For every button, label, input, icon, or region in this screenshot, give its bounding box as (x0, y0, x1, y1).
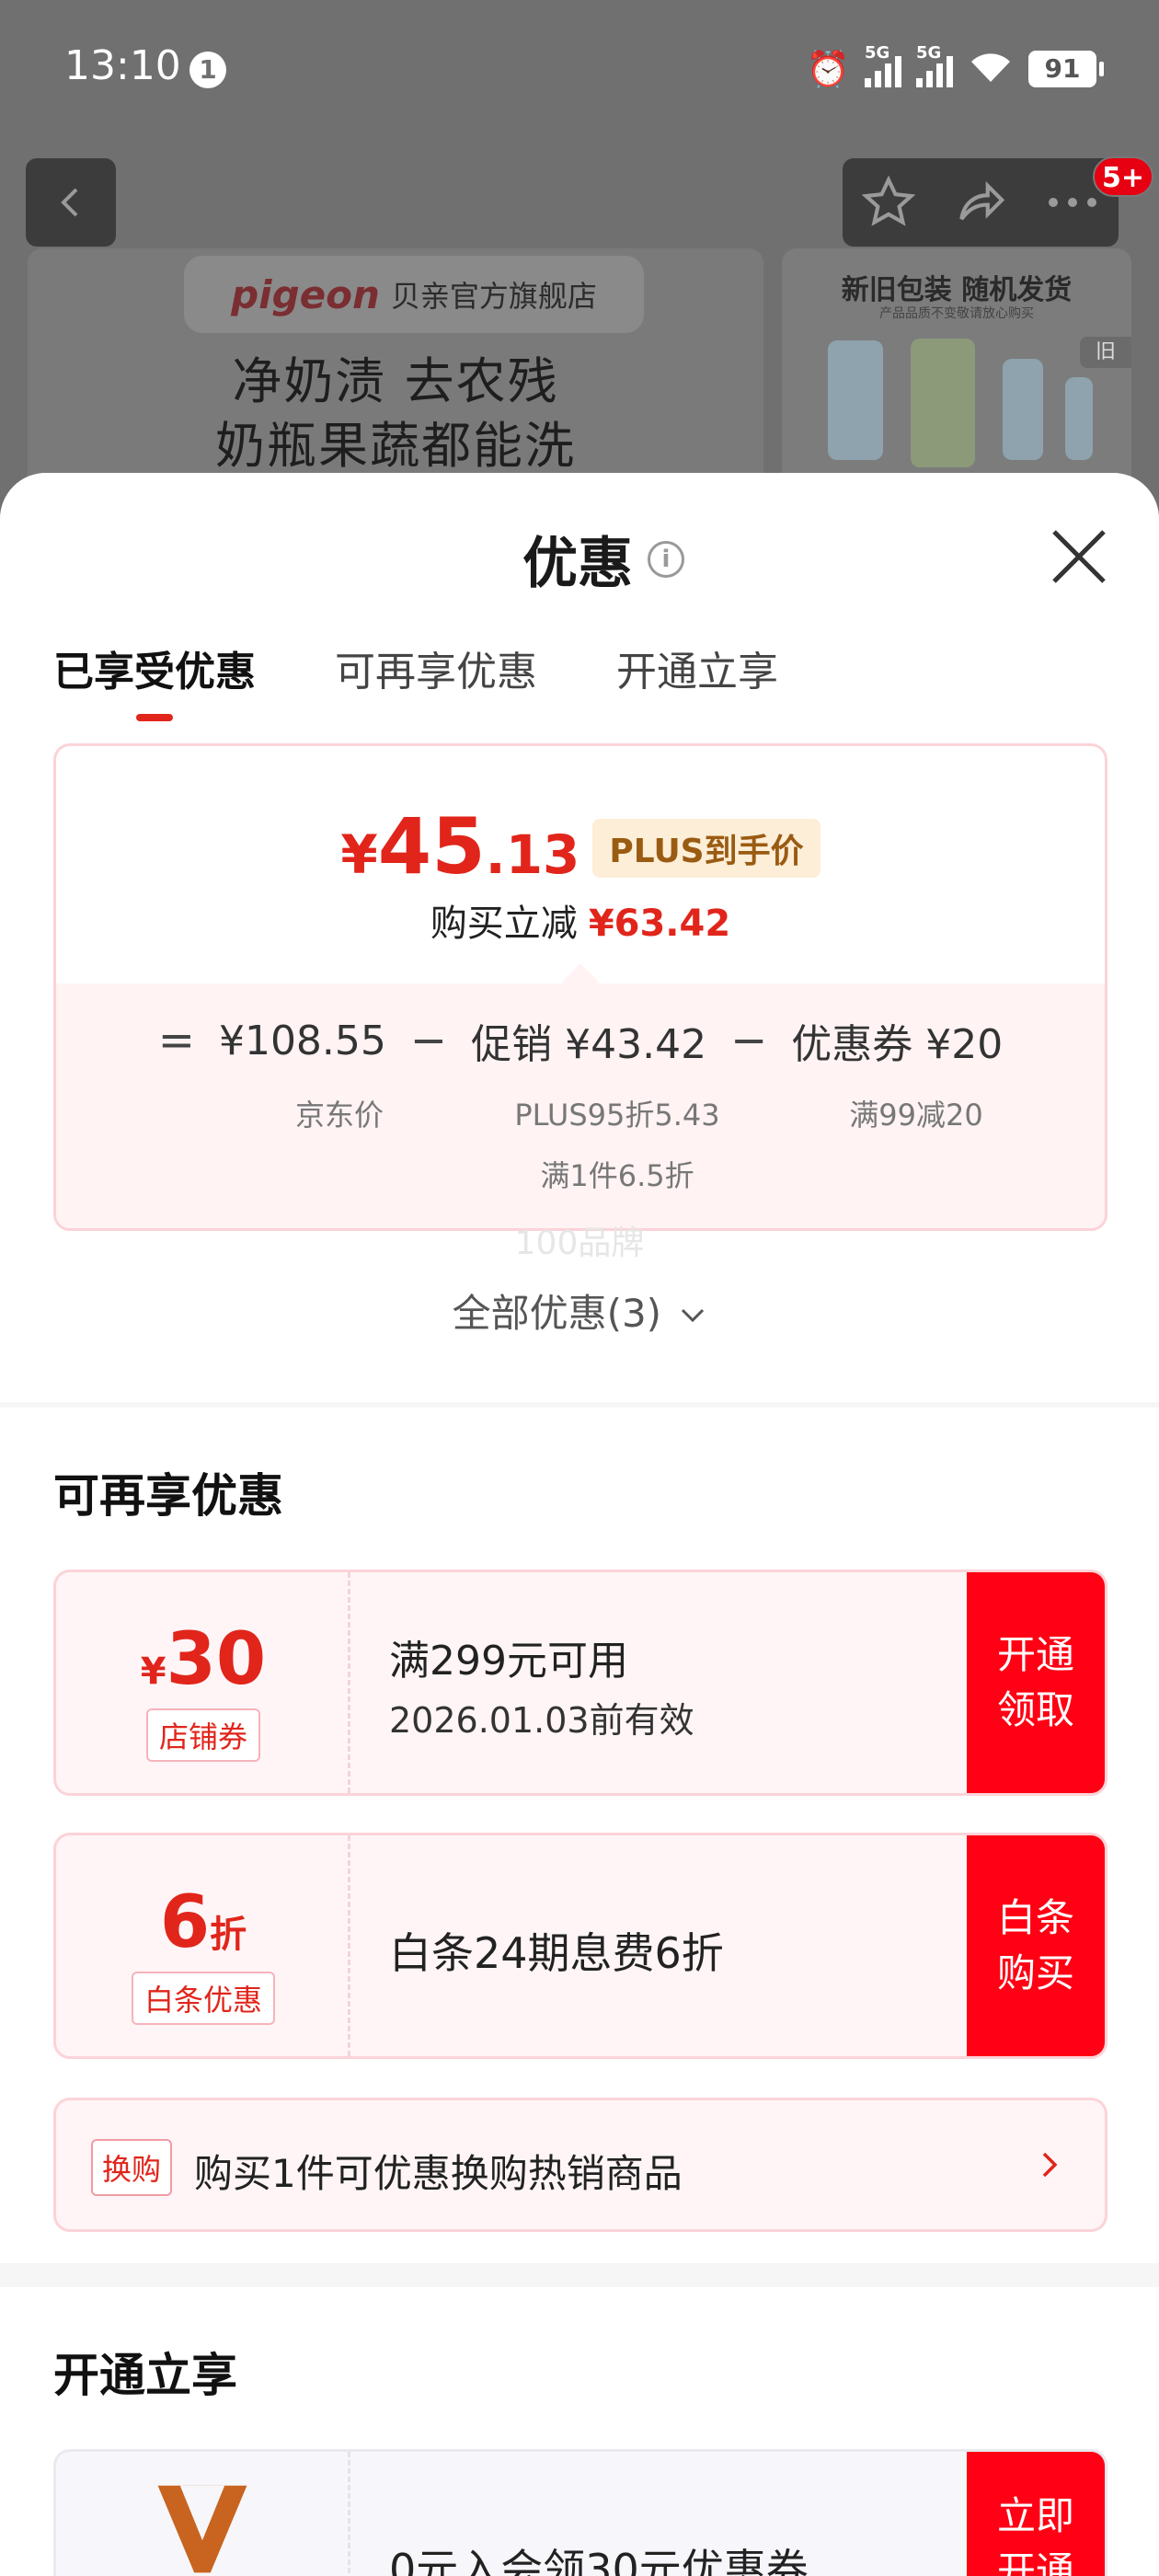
all-discounts-toggle[interactable]: 全部优惠(3) (0, 1282, 1159, 1339)
baitiao-buy-button[interactable]: 白条 购买 (967, 1835, 1105, 2056)
swap-tag: 换购 (91, 2139, 173, 2196)
section-title: 可再享优惠 (53, 1469, 283, 1523)
banner-slogan-1: 净奶渍 去农残 (232, 352, 559, 410)
alarm-icon: ⏰ (806, 49, 850, 89)
discount-value: 6折 (159, 1881, 247, 1964)
top-action-group (843, 158, 1119, 247)
discount-type-tag: 白条优惠 (131, 1972, 275, 2025)
faded-text: 100品牌 (514, 1225, 645, 1262)
promo-amount: 促销 ¥43.42 (471, 1021, 707, 1068)
tab-open[interactable]: 开通立享 (616, 638, 778, 721)
promo-detail: 满1件6.5折 (540, 1158, 694, 1193)
more-discounts-section: 可再享优惠 ¥30 店铺券 满299元可用 2026.01.03前有效 开通 领… (0, 1408, 1159, 2263)
info-icon[interactable]: i (648, 540, 684, 578)
chevron-left-icon (61, 188, 78, 217)
close-button[interactable] (1047, 524, 1111, 589)
close-icon (1052, 530, 1106, 583)
brand-v-logo (157, 2485, 247, 2573)
tab-enjoyed[interactable]: 已享受优惠 (53, 638, 256, 721)
jd-price: ¥108.55 (218, 1017, 386, 1064)
minus-sign: − (409, 1015, 448, 1066)
banner-side-subtitle: 产品品质不变敬请放心购买 (879, 306, 1034, 321)
product-image (828, 340, 883, 460)
baitiao-discount: 6折 白条优惠 白条24期息费6折 白条 购买 (53, 1833, 1107, 2059)
share-icon (959, 180, 1005, 221)
sheet-title: 优惠 (522, 532, 633, 596)
membership-offer: 0元入会领30元优惠券 立即 开通 (53, 2449, 1107, 2576)
discount-description: 白条24期息费6折 (389, 1928, 724, 1978)
coupon-amount: 优惠券 ¥20 (791, 1021, 1004, 1068)
coupon-condition: 满299元可用 (389, 1638, 628, 1685)
favorite-button[interactable] (847, 161, 930, 244)
minus-sign: − (730, 1015, 768, 1066)
discount-sheet: 优惠 i 已享受优惠 可再享优惠 开通立享 ¥45.13 PLUS到手价 购买立… (0, 473, 1159, 2576)
price-summary-card: ¥45.13 PLUS到手价 购买立减 ¥63.42 = ¥108.55 − 促销… (53, 743, 1107, 1231)
plus-price-tag: PLUS到手价 (592, 819, 820, 878)
status-bar: 13:10 1 ⏰ 5G 5G 91 (0, 0, 1159, 138)
swap-text: 购买1件可优惠换购热销商品 (194, 2151, 683, 2196)
product-image (911, 339, 975, 467)
signal-icon-2: 5G (916, 43, 953, 87)
chevron-down-icon (682, 1308, 705, 1323)
coupon-type-tag: 店铺券 (145, 1708, 260, 1762)
coupon-detail: 满99减20 (849, 1098, 983, 1133)
sheet-header: 优惠 i (522, 519, 684, 599)
status-time: 13:10 (64, 42, 181, 89)
old-package-tag: 旧 (1080, 337, 1131, 368)
enjoyed-section: 优惠 i 已享受优惠 可再享优惠 开通立享 ¥45.13 PLUS到手价 购买立… (0, 473, 1159, 1402)
tab-bar: 已享受优惠 可再享优惠 开通立享 (53, 638, 778, 721)
coupon-value: ¥30 (140, 1618, 267, 1701)
share-button[interactable] (939, 161, 1022, 244)
jd-price-label: 京东价 (294, 1098, 384, 1133)
instant-discount: 购买立减 ¥63.42 (430, 903, 731, 945)
signal-icon: 5G (865, 43, 901, 87)
wifi-icon (968, 49, 1014, 89)
back-button[interactable] (26, 158, 116, 247)
open-now-button[interactable]: 立即 开通 (967, 2452, 1105, 2576)
product-image (1065, 377, 1093, 460)
brand-logo: pigeon (231, 271, 380, 317)
equals-sign: = (157, 1015, 195, 1066)
brand-tab: pigeon 贝亲官方旗舰店 (184, 256, 644, 333)
message-badge: 5+ (1093, 156, 1154, 197)
offer-description: 0元入会领30元优惠券 (389, 2545, 809, 2576)
store-coupon: ¥30 店铺券 满299元可用 2026.01.03前有效 开通 领取 (53, 1570, 1107, 1796)
open-membership-section: 开通立享 0元入会领30元优惠券 立即 开通 (0, 2287, 1159, 2576)
star-icon (861, 175, 916, 226)
battery-indicator: 91 (1028, 51, 1104, 87)
open-claim-button[interactable]: 开通 领取 (967, 1572, 1105, 1793)
product-image (1003, 359, 1043, 460)
brand-name: 贝亲官方旗舰店 (390, 279, 597, 314)
price-breakdown: = ¥108.55 − 促销 ¥43.42 − 优惠券 ¥20 京东价 PLUS… (56, 983, 1105, 1228)
chevron-right-icon (1042, 2152, 1058, 2178)
banner-side-title: 新旧包装 随机发货 (841, 274, 1073, 306)
promo-detail: PLUS95折5.43 (514, 1098, 720, 1133)
tab-more[interactable]: 可再享优惠 (335, 638, 537, 721)
more-icon (1049, 198, 1096, 207)
notification-indicator: 1 (189, 52, 226, 88)
final-price: ¥45.13 (340, 801, 580, 891)
swap-offer[interactable]: 换购 购买1件可优惠换购热销商品 (53, 2098, 1107, 2232)
coupon-validity: 2026.01.03前有效 (389, 1700, 694, 1741)
section-title: 开通立享 (53, 2349, 237, 2402)
banner-slogan-2: 奶瓶果蔬都能洗 (215, 417, 576, 475)
background-page: 13:10 1 ⏰ 5G 5G 91 5+ pigeon 贝亲官方旗舰店 净奶渍… (0, 0, 1159, 515)
